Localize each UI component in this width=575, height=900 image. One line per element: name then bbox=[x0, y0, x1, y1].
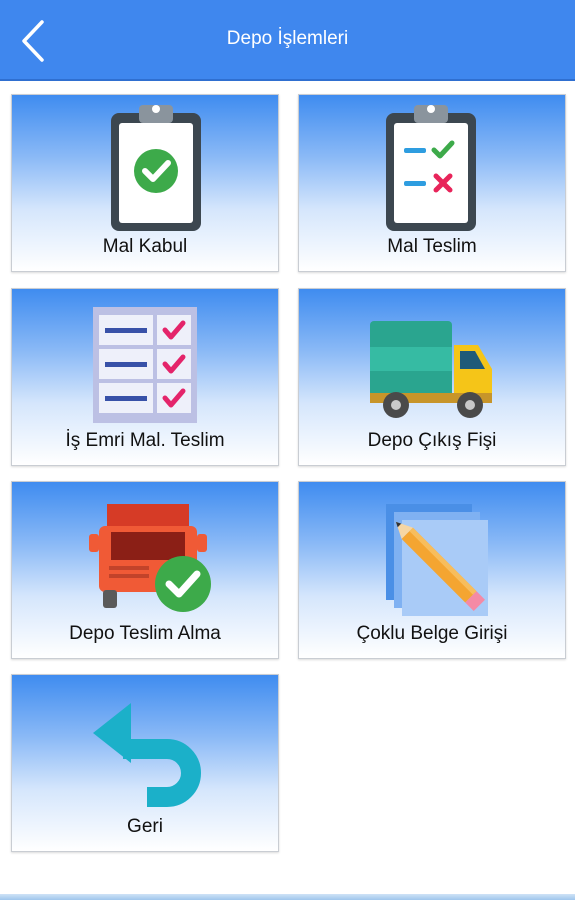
app-header: Depo İşlemleri bbox=[0, 0, 575, 81]
page-title: Depo İşlemleri bbox=[226, 28, 349, 49]
tile-mal-teslim[interactable]: Mal Teslim bbox=[298, 94, 566, 272]
tile-label: Mal Kabul bbox=[102, 236, 188, 257]
tile-mal-kabul[interactable]: Mal Kabul bbox=[11, 94, 279, 272]
tile-coklu-belge-girisi[interactable]: Çoklu Belge Girişi bbox=[298, 481, 566, 659]
tile-label: Depo Teslim Alma bbox=[69, 623, 221, 644]
tile-label: Mal Teslim bbox=[387, 236, 477, 257]
tile-label: İş Emri Mal. Teslim bbox=[65, 430, 225, 451]
tile-label: Depo Çıkış Fişi bbox=[367, 430, 497, 451]
delivery-truck-icon bbox=[370, 321, 492, 418]
bottom-bar bbox=[0, 894, 575, 900]
tile-depo-teslim-alma[interactable]: Depo Teslim Alma bbox=[11, 481, 279, 659]
documents-pencil-icon bbox=[386, 504, 488, 616]
clipboard-checklist-icon bbox=[386, 105, 476, 231]
tile-geri[interactable]: Geri bbox=[11, 674, 279, 852]
tile-depo-cikis-fisi[interactable]: Depo Çıkış Fişi bbox=[298, 288, 566, 466]
tile-is-emri-mal-teslim[interactable]: İş Emri Mal. Teslim bbox=[11, 288, 279, 466]
truck-check-icon bbox=[89, 504, 211, 612]
undo-arrow-icon bbox=[93, 703, 201, 807]
tile-label: Geri bbox=[127, 816, 163, 837]
clipboard-check-icon bbox=[111, 105, 201, 231]
checklist-icon bbox=[93, 307, 197, 423]
tile-label: Çoklu Belge Girişi bbox=[356, 623, 508, 644]
